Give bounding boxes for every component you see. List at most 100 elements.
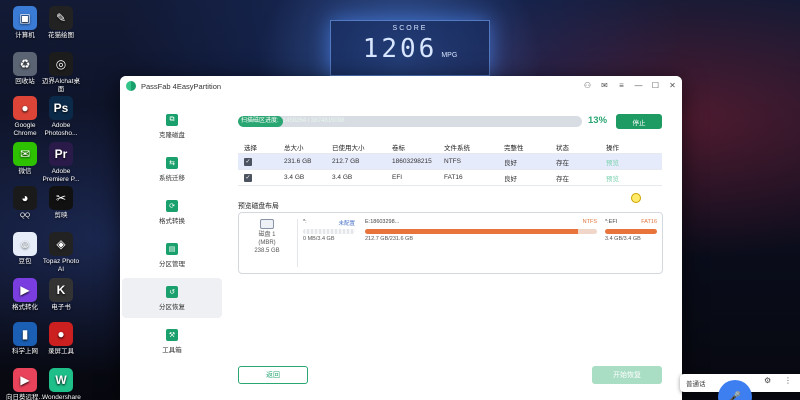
sidebar-item-label: 分区恢复	[159, 303, 185, 311]
cell-fs: NTFS	[444, 158, 504, 165]
disk-type: (MBR)	[258, 240, 276, 246]
row-checkbox[interactable]: ✓	[244, 157, 252, 166]
maximize-icon[interactable]: ☐	[650, 80, 661, 91]
desktop-icon[interactable]: ◕ QQ	[6, 186, 44, 220]
sidebar-item[interactable]: ▤ 分区管理	[122, 235, 222, 275]
desktop-icon-label: 微信	[18, 168, 32, 175]
app-icon: K	[49, 278, 73, 302]
app-icon: Ps	[49, 96, 73, 120]
minimize-icon[interactable]: —	[633, 80, 644, 91]
partition-usage-fill	[365, 229, 579, 234]
row-checkbox[interactable]: ✓	[244, 173, 252, 182]
sidebar: ⧉ 克隆磁盘 ⇆ 系统迁移 ⟳ 格式转换 ▤ 分区管理 ↺ 分区恢复 ⚒ 工具箱	[120, 96, 224, 400]
partition-size: 212.7 GB/231.6 GB	[365, 236, 414, 242]
cell-used: 212.7 GB	[332, 158, 392, 165]
desktop-icon[interactable]: ▮ 科学上网	[6, 322, 44, 356]
main-panel: 扫描磁区进度: 1458264 / 3874815098 13% 停止 选择 总大小…	[228, 100, 676, 400]
partition-fs: FAT16	[641, 219, 657, 225]
column-header: 文件系统	[444, 144, 470, 152]
app-icon: ✂	[49, 186, 73, 210]
cell-text: NTFS	[444, 158, 461, 165]
sidebar-item-icon: ↺	[166, 285, 178, 298]
feedback-icon[interactable]: ✉	[599, 80, 610, 91]
partition-table: 选择 总大小 已使用大小 卷标 文件系统 完整性 状态 操作 ✓ 231.6 GB 212.7 GB…	[238, 140, 662, 186]
more-icon[interactable]: ⋮	[784, 376, 792, 385]
desktop-icon[interactable]: ▶ 格式转化	[6, 278, 44, 312]
cell-integrity: 良好	[504, 173, 556, 183]
desktop-icon[interactable]: ◈ Topaz Photo AI	[42, 232, 80, 274]
cell-text: 良好	[504, 159, 517, 167]
sidebar-item[interactable]: ⚒ 工具箱	[122, 321, 222, 361]
cell-status: 存在	[556, 157, 606, 167]
desktop-icon[interactable]: ✎ 花猫绘图	[42, 6, 80, 40]
preview-link[interactable]: 预览	[606, 160, 619, 167]
scan-progress-row: 扫描磁区进度: 1458264 / 3874815098 13% 停止	[236, 114, 676, 130]
back-button[interactable]: 返回	[238, 366, 308, 384]
sidebar-item[interactable]: ↺ 分区恢复	[122, 278, 222, 318]
partition-usage-bar	[605, 229, 657, 234]
preview-link[interactable]: 预览	[606, 176, 619, 183]
input-method-label: 普通话	[686, 381, 706, 388]
desktop-icon-label: 迈界AIchat桌面	[42, 78, 80, 93]
app-icon: ♻	[13, 52, 37, 76]
partition-block[interactable]: E:18603298... NTFS 212.7 GB/231.6 GB	[365, 219, 597, 249]
partition-block[interactable]: *:EFI FAT16 3.4 GB/3.4 GB	[605, 219, 657, 249]
sidebar-item-label: 克隆磁盘	[159, 131, 185, 139]
desktop-icon[interactable]: ● 录屏工具	[42, 322, 80, 356]
desktop-icon[interactable]: ▶ 向日葵远程...	[6, 368, 44, 400]
desktop-icon[interactable]: ✂ 剪映	[42, 186, 80, 220]
desktop-icon-label: 电子书	[51, 304, 71, 311]
account-icon[interactable]: ⚇	[582, 80, 593, 91]
cell-used: 3.4 GB	[332, 174, 392, 181]
sidebar-item-icon: ⚒	[166, 328, 178, 341]
app-title: PassFab 4EasyPartition	[141, 81, 222, 91]
app-icon: Pr	[49, 142, 73, 166]
column-header: 已使用大小	[332, 144, 365, 152]
cell-text: FAT16	[444, 174, 463, 181]
desktop-icon[interactable]: K 电子书	[42, 278, 80, 312]
desktop-icon[interactable]: ◎ 迈界AIchat桌面	[42, 52, 80, 94]
mic-glyph: 🎤	[728, 391, 742, 400]
column-header: 完整性	[504, 144, 524, 152]
sidebar-item[interactable]: ⇆ 系统迁移	[122, 149, 222, 189]
desktop-icon[interactable]: Ps Adobe Photosho...	[42, 96, 80, 138]
app-icon: ◎	[49, 52, 73, 76]
cell-select: ✓	[238, 173, 284, 182]
table-row[interactable]: ✓ 3.4 GB 3.4 GB EFI FAT16 良好 存在 预览	[238, 170, 662, 186]
desktop-icon[interactable]: ● Google Chrome	[6, 96, 44, 138]
desktop-icon-label: Wondershare Filmora	[42, 394, 81, 400]
desktop-icon[interactable]: ♻ 回收站	[6, 52, 44, 86]
score-unit: MPG	[441, 52, 458, 59]
desktop-icon[interactable]: ✉ 微信	[6, 142, 44, 176]
cell-action: 预览	[606, 173, 662, 183]
close-icon[interactable]: ✕	[667, 80, 678, 91]
sidebar-item-icon: ⧉	[166, 113, 178, 126]
desktop-icon-label: 科学上网	[12, 348, 38, 355]
desktop-icon[interactable]: ☺ 豆包	[6, 232, 44, 266]
start-recovery-button[interactable]: 开始恢复	[592, 366, 662, 384]
stop-button[interactable]: 停止	[616, 114, 662, 129]
desktop-icon[interactable]: Pr Adobe Premiere P...	[42, 142, 80, 184]
cell-text: 良好	[504, 175, 517, 183]
settings-icon[interactable]: ⚙	[764, 376, 771, 385]
cell-text: 212.7 GB	[332, 158, 360, 165]
disk-icon	[260, 219, 274, 229]
title-bar[interactable]: PassFab 4EasyPartition ⚇ ✉ ≡ — ☐ ✕	[120, 76, 682, 96]
desktop-icon[interactable]: ▣ 计算机	[6, 6, 44, 40]
sidebar-item[interactable]: ⟳ 格式转换	[122, 192, 222, 232]
menu-icon[interactable]: ≡	[616, 80, 627, 91]
sidebar-item-label: 工具箱	[162, 346, 182, 354]
layout-title: 预览磁盘布局	[238, 203, 279, 210]
table-row[interactable]: ✓ 231.6 GB 212.7 GB 18603298215 NTFS 良好 存在 预览	[238, 154, 662, 170]
sidebar-item[interactable]: ⧉ 克隆磁盘	[122, 106, 222, 146]
partition-block[interactable]: *: 未配置 0 MB/3.4 GB	[303, 219, 355, 249]
app-window: PassFab 4EasyPartition ⚇ ✉ ≡ — ☐ ✕ ⧉ 克隆磁盘…	[120, 76, 682, 400]
window-controls: ⚇ ✉ ≡ — ☐ ✕	[582, 80, 678, 91]
cell-total: 3.4 GB	[284, 174, 332, 181]
column-header: 状态	[556, 144, 569, 152]
desktop-icon-label: 剪映	[54, 212, 68, 219]
desktop-icon-label: 花猫绘图	[48, 32, 74, 39]
app-icon: W	[49, 368, 73, 392]
desktop-icon[interactable]: W Wondershare Filmora	[42, 368, 81, 400]
app-icon: ●	[13, 96, 37, 120]
